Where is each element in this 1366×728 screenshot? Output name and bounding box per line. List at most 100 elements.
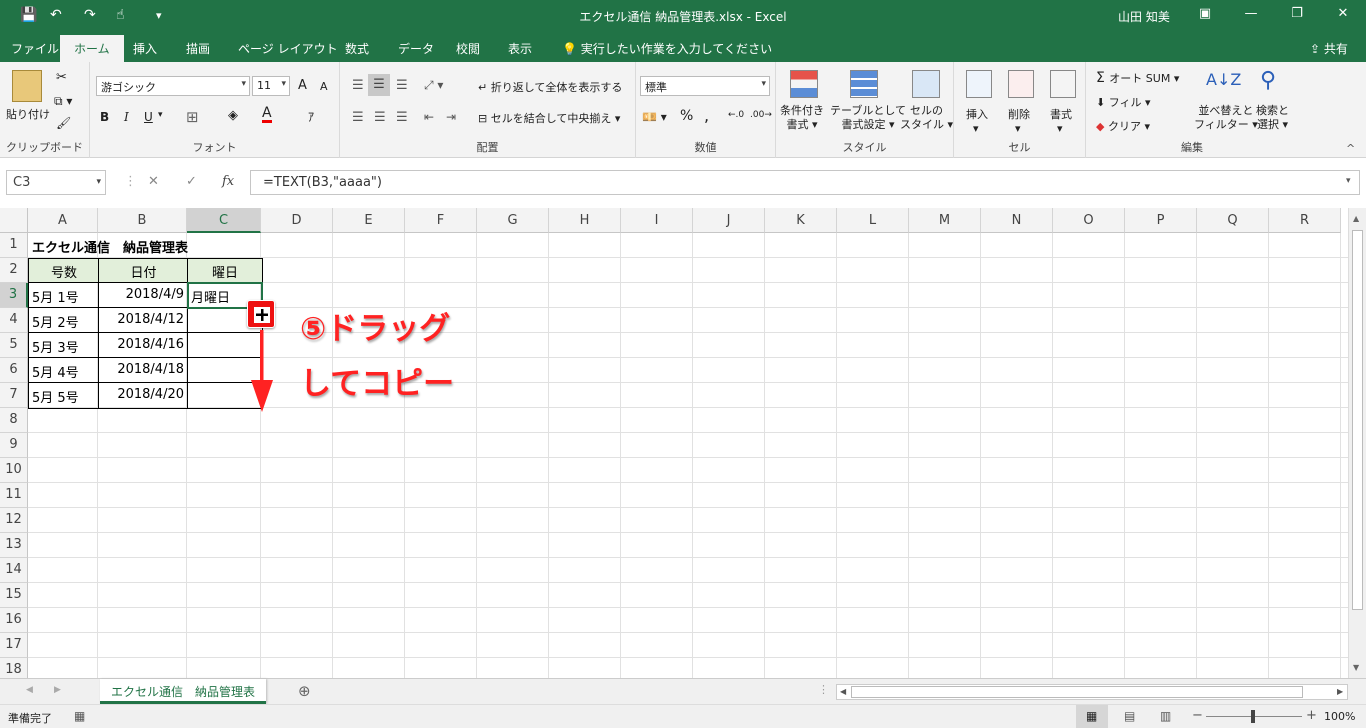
tab-formulas[interactable]: 数式 [345, 40, 369, 57]
wrap-text-button[interactable]: ↵ 折り返して全体を表示する [478, 79, 622, 95]
column-header-n[interactable]: N [981, 208, 1053, 233]
row-header-12[interactable]: 12 [0, 508, 28, 533]
header-weekday[interactable]: 曜日 [188, 258, 262, 283]
decrease-decimal-icon[interactable]: .00→ [750, 110, 772, 120]
autosum-button[interactable]: Σ オート SUM ▾ [1096, 70, 1179, 86]
tab-draw[interactable]: 描画 [186, 40, 210, 57]
row-header-11[interactable]: 11 [0, 483, 28, 508]
row-header-2[interactable]: 2 [0, 258, 28, 283]
tell-me-search[interactable]: 💡 実行したい作業を入力してください [562, 40, 772, 57]
tab-data[interactable]: データ [398, 40, 434, 57]
ribbon-display-icon[interactable]: ▣ [1190, 6, 1220, 21]
column-header-q[interactable]: Q [1197, 208, 1269, 233]
sheet-tab[interactable]: エクセル通信 納品管理表 [100, 679, 266, 704]
align-middle-icon[interactable]: ☰ [368, 74, 390, 96]
add-sheet-icon[interactable]: ⊕ [298, 682, 311, 700]
user-name[interactable]: 山田 知美 [1118, 8, 1170, 25]
column-header-d[interactable]: D [261, 208, 333, 233]
fill-button[interactable]: ⬇ フィル ▾ [1096, 94, 1151, 110]
close-button[interactable]: ✕ [1328, 6, 1358, 21]
align-center-icon[interactable]: ☰ [374, 110, 386, 125]
font-name-combo[interactable]: 游ゴシック ▾ [96, 76, 250, 96]
bold-button[interactable]: B [100, 110, 109, 124]
sort-filter-button[interactable]: 並べ替えと フィルター ▾ [1194, 104, 1258, 132]
column-header-k[interactable]: K [765, 208, 837, 233]
row-header-14[interactable]: 14 [0, 558, 28, 583]
tab-insert[interactable]: 挿入 [133, 40, 157, 57]
decrease-indent-icon[interactable]: ⇤ [424, 110, 434, 124]
row-header-5[interactable]: 5 [0, 333, 28, 358]
column-header-l[interactable]: L [837, 208, 909, 233]
select-all-corner[interactable] [0, 208, 28, 233]
share-button[interactable]: ⇪ 共有 [1310, 40, 1348, 57]
conditional-format-button[interactable]: 条件付き 書式 ▾ [780, 104, 824, 132]
cell-a4[interactable]: 5月 2号 [29, 308, 99, 333]
column-header-f[interactable]: F [405, 208, 477, 233]
row-header-15[interactable]: 15 [0, 583, 28, 608]
next-sheet-icon[interactable]: ▶ [54, 685, 61, 695]
percent-button[interactable]: % [680, 108, 693, 124]
column-header-m[interactable]: M [909, 208, 981, 233]
column-header-i[interactable]: I [621, 208, 693, 233]
clear-button[interactable]: ◆ クリア ▾ [1096, 118, 1150, 134]
italic-button[interactable]: I [124, 110, 129, 124]
delete-button[interactable]: 削除 ▾ [1008, 106, 1030, 135]
accounting-format-icon[interactable]: 💴 ▾ [642, 110, 667, 124]
insert-function-icon[interactable]: fx [222, 174, 234, 189]
cut-icon[interactable]: ✂ [56, 70, 67, 85]
grow-font-button[interactable]: A [298, 78, 307, 93]
chevron-down-icon[interactable]: ▾ [158, 110, 163, 120]
paste-icon[interactable] [12, 70, 42, 102]
row-header-1[interactable]: 1 [0, 233, 28, 258]
tab-file[interactable]: ファイル [11, 40, 59, 57]
insert-button[interactable]: 挿入 ▾ [966, 106, 988, 135]
phonetic-icon[interactable]: ｱ [308, 108, 314, 125]
align-top-icon[interactable]: ☰ [352, 78, 364, 93]
expand-formula-icon[interactable]: ▾ [1346, 176, 1351, 186]
column-header-g[interactable]: G [477, 208, 549, 233]
cell-a6[interactable]: 5月 4号 [29, 358, 99, 383]
increase-indent-icon[interactable]: ⇥ [446, 110, 456, 124]
shrink-font-button[interactable]: A [320, 80, 328, 93]
font-color-icon[interactable]: A [262, 106, 272, 123]
paste-button[interactable]: 貼り付け [6, 106, 50, 122]
increase-decimal-icon[interactable]: ←.0 [728, 110, 744, 120]
cell-b3[interactable]: 2018/4/9 [99, 283, 187, 308]
sheet-title[interactable]: エクセル通信 納品管理表 [29, 233, 289, 258]
underline-button[interactable]: U [144, 110, 153, 124]
vertical-scroll-thumb[interactable] [1352, 230, 1363, 610]
column-header-r[interactable]: R [1269, 208, 1341, 233]
find-select-button[interactable]: 検索と 選択 ▾ [1256, 104, 1289, 132]
tab-home[interactable]: ホーム [60, 35, 124, 62]
cell-b4[interactable]: 2018/4/12 [99, 308, 187, 333]
cell-styles-button[interactable]: セルの スタイル ▾ [900, 104, 953, 132]
cell-a7[interactable]: 5月 5号 [29, 383, 99, 408]
column-header-b[interactable]: B [98, 208, 187, 233]
header-date[interactable]: 日付 [99, 258, 188, 283]
column-header-h[interactable]: H [549, 208, 621, 233]
scroll-right-icon[interactable]: ▶ [1337, 687, 1343, 696]
tab-view[interactable]: 表示 [508, 40, 532, 57]
formula-input[interactable]: =TEXT(B3,"aaaa") [250, 170, 1360, 195]
zoom-in-icon[interactable]: + [1306, 708, 1317, 723]
column-header-c[interactable]: C [187, 208, 261, 233]
comma-button[interactable]: , [704, 106, 709, 125]
vertical-scrollbar[interactable]: ▲ ▼ [1348, 208, 1366, 678]
row-header-13[interactable]: 13 [0, 533, 28, 558]
enter-icon[interactable]: ✓ [186, 174, 197, 189]
format-painter-icon[interactable]: 🖌 [56, 116, 71, 130]
scroll-left-icon[interactable]: ◀ [840, 687, 846, 696]
zoom-out-icon[interactable]: − [1192, 708, 1203, 723]
column-header-e[interactable]: E [333, 208, 405, 233]
cell-b5[interactable]: 2018/4/16 [99, 333, 187, 358]
page-break-view-icon[interactable]: ▥ [1160, 709, 1171, 723]
fill-handle-cursor[interactable] [247, 300, 275, 328]
tab-page-layout[interactable]: ページ レイアウト [238, 40, 338, 57]
prev-sheet-icon[interactable]: ◀ [26, 685, 33, 695]
column-header-o[interactable]: O [1053, 208, 1125, 233]
minimize-button[interactable]: — [1236, 6, 1266, 21]
column-header-j[interactable]: J [693, 208, 765, 233]
cell-b7[interactable]: 2018/4/20 [99, 383, 187, 408]
worksheet-grid[interactable]: ABCDEFGHIJKLMNOPQR 1 2 3 4 5 6 7 8 9 10 11 12 13 14 15… [0, 208, 1348, 678]
copy-icon[interactable]: ⧉ ▾ [54, 94, 72, 109]
